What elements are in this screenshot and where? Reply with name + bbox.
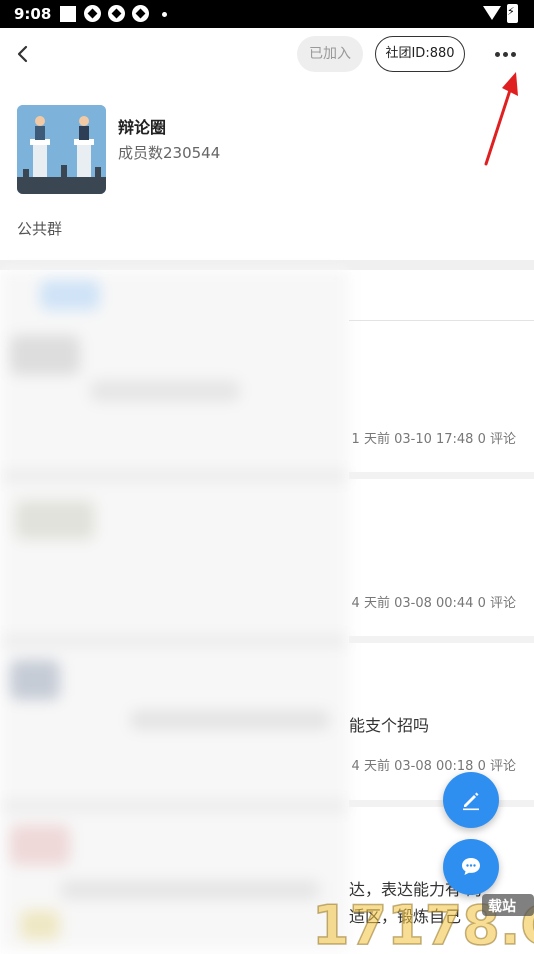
notification-aperture-icon bbox=[108, 5, 125, 22]
group-name: 辩论圈 bbox=[118, 118, 167, 137]
compose-icon bbox=[463, 792, 479, 811]
notification-square-icon bbox=[60, 6, 76, 22]
more-options-button[interactable] bbox=[492, 42, 520, 66]
debate-illustration-icon bbox=[17, 105, 106, 194]
annotation-arrow-icon bbox=[484, 72, 518, 166]
compose-post-button[interactable] bbox=[443, 772, 499, 828]
section-divider bbox=[0, 260, 534, 270]
notification-aperture-icon bbox=[84, 5, 101, 22]
row-divider bbox=[349, 320, 534, 321]
post-text-fragment[interactable]: 能支个招吗 bbox=[349, 712, 429, 736]
back-button[interactable] bbox=[10, 40, 38, 68]
post-meta: 4 天前 03-08 00:44 0 评论 bbox=[351, 596, 516, 611]
club-id-button[interactable]: 社团ID:880 bbox=[375, 36, 465, 72]
chat-bubble-icon bbox=[462, 858, 480, 875]
notification-dot-icon bbox=[162, 12, 167, 17]
post-separator bbox=[349, 636, 534, 643]
status-time: 9:08 bbox=[14, 5, 52, 23]
post-meta: 1 天前 03-10 17:48 0 评论 bbox=[351, 432, 516, 447]
post-separator bbox=[349, 472, 534, 479]
more-dots-icon bbox=[495, 52, 500, 57]
member-count: 成员数230544 bbox=[118, 144, 221, 162]
more-dots-icon bbox=[511, 52, 516, 57]
group-avatar bbox=[17, 105, 106, 194]
notification-aperture-icon bbox=[132, 5, 149, 22]
battery-charging-icon bbox=[507, 4, 518, 23]
back-arrow-icon bbox=[17, 45, 28, 63]
site-watermark: 17178.COM 载站 bbox=[310, 884, 534, 954]
joined-button[interactable]: 已加入 bbox=[297, 36, 363, 72]
status-bar: 9:08 bbox=[0, 0, 534, 28]
wifi-icon bbox=[483, 6, 501, 20]
group-type-label: 公共群 bbox=[17, 220, 63, 238]
more-dots-icon bbox=[503, 52, 508, 57]
post-meta: 4 天前 03-08 00:18 0 评论 bbox=[351, 759, 516, 774]
watermark-badge: 载站 bbox=[488, 898, 516, 915]
post-separator bbox=[349, 800, 534, 807]
blurred-feed-region bbox=[0, 270, 349, 950]
